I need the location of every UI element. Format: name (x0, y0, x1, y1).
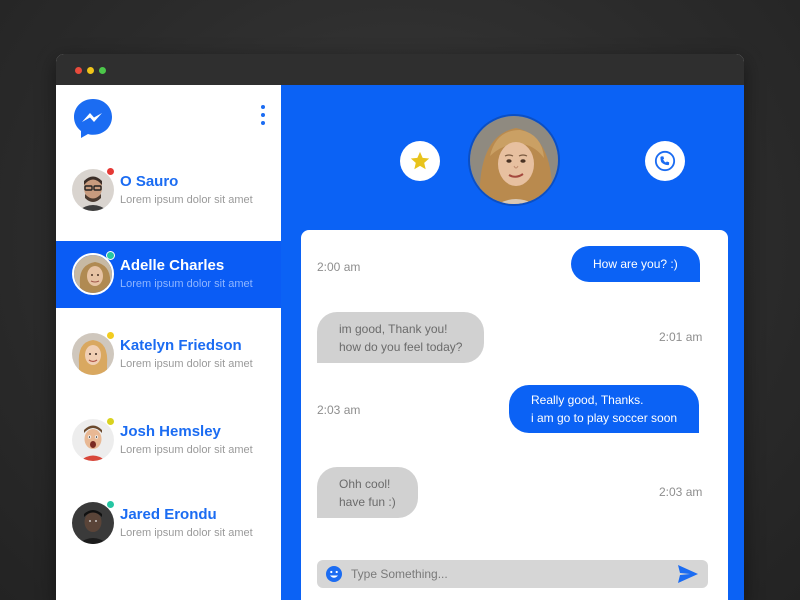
message-preview: Lorem ipsum dolor sit amet (120, 527, 253, 539)
status-dot (106, 417, 115, 426)
close-window-button[interactable] (75, 67, 82, 74)
message-preview: Lorem ipsum dolor sit amet (120, 444, 253, 456)
chat-panel: 2:00 am How are you? :) im good, Thank y… (281, 85, 744, 600)
contact-item-katelyn-friedson[interactable]: Katelyn Friedson Lorem ipsum dolor sit a… (56, 321, 281, 388)
star-icon (410, 151, 430, 170)
contact-item-adelle-charles[interactable]: Adelle Charles Lorem ipsum dolor sit ame… (56, 241, 281, 308)
contact-name: Katelyn Friedson (120, 337, 242, 354)
kebab-menu-icon[interactable] (256, 105, 270, 125)
status-dot (106, 500, 115, 509)
conversation-sidebar: O Sauro Lorem ipsum dolor sit amet Adell… (56, 85, 281, 600)
minimize-window-button[interactable] (87, 67, 94, 74)
contact-item-o-sauro[interactable]: O Sauro Lorem ipsum dolor sit amet (56, 157, 281, 224)
message-timestamp: 2:01 am (659, 330, 703, 344)
message-thread: 2:00 am How are you? :) im good, Thank y… (301, 230, 728, 600)
contact-item-josh-hemsley[interactable]: Josh Hemsley Lorem ipsum dolor sit amet (56, 407, 281, 474)
message-text: Really good, Thanks. (531, 393, 644, 407)
message-text: have fun :) (339, 494, 396, 509)
messenger-logo-icon (72, 97, 114, 139)
outgoing-message-bubble: How are you? :) (571, 246, 700, 282)
favorite-button[interactable] (400, 141, 440, 181)
incoming-message-bubble: im good, Thank you! how do you feel toda… (317, 312, 485, 363)
message-text: Ohh cool! (339, 476, 391, 491)
contact-item-jared-erondu[interactable]: Jared Erondu Lorem ipsum dolor sit amet (56, 490, 281, 557)
message-timestamp: 2:00 am (317, 260, 361, 274)
send-icon[interactable] (677, 564, 699, 584)
message-text: How are you? :) (593, 257, 678, 271)
contact-name: Adelle Charles (120, 257, 225, 274)
message-input[interactable] (351, 564, 661, 584)
incoming-message-bubble: Ohh cool! have fun :) (317, 467, 418, 518)
outgoing-message-bubble: Really good, Thanks. i am go to play soc… (509, 385, 700, 433)
message-preview: Lorem ipsum dolor sit amet (120, 358, 253, 370)
message-composer (317, 560, 708, 588)
maximize-window-button[interactable] (99, 67, 106, 74)
contact-name: Josh Hemsley (120, 423, 221, 440)
call-button[interactable] (645, 141, 685, 181)
message-text: im good, Thank you! (339, 321, 448, 336)
status-dot (106, 331, 115, 340)
contact-name: Jared Erondu (120, 506, 217, 523)
phone-icon (654, 150, 676, 172)
app-window: O Sauro Lorem ipsum dolor sit amet Adell… (56, 54, 744, 600)
message-text: how do you feel today? (339, 339, 463, 354)
title-bar (56, 54, 744, 85)
message-preview: Lorem ipsum dolor sit amet (120, 194, 253, 206)
status-dot (106, 251, 115, 260)
message-timestamp: 2:03 am (317, 403, 361, 417)
message-timestamp: 2:03 am (659, 485, 703, 499)
emoji-icon[interactable] (325, 565, 343, 583)
message-preview: Lorem ipsum dolor sit amet (120, 278, 253, 290)
message-text: i am go to play soccer soon (531, 411, 678, 425)
contact-profile-photo (468, 114, 560, 206)
contact-name: O Sauro (120, 173, 179, 190)
status-dot (106, 167, 115, 176)
